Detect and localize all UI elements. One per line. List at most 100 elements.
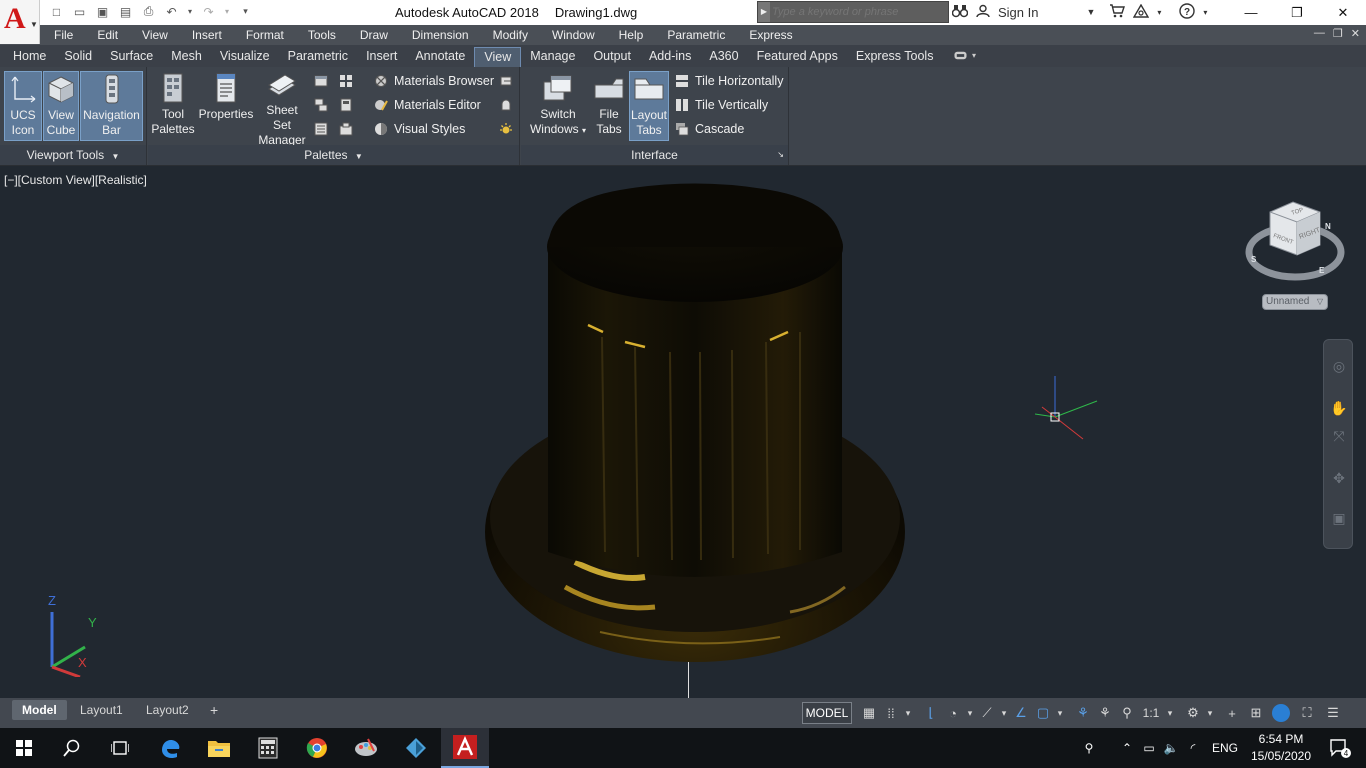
user-icon[interactable]: [976, 4, 990, 21]
minimize-icon[interactable]: —: [1228, 0, 1274, 25]
steering-wheel-icon[interactable]: ◎: [1329, 356, 1349, 376]
grid-icon[interactable]: ▦: [858, 702, 880, 724]
tab-visualize[interactable]: Visualize: [211, 47, 279, 67]
autocad-taskbar-icon[interactable]: [441, 728, 489, 768]
workspace-dropdown-icon[interactable]: ▾: [1204, 702, 1216, 724]
menu-insert[interactable]: Insert: [192, 27, 222, 43]
palettes-panel-title[interactable]: Palettes ▼: [148, 145, 519, 165]
zoom-extents-icon[interactable]: ⤧: [1329, 426, 1349, 446]
clean-screen-icon[interactable]: ⛶: [1294, 702, 1320, 724]
tab-layout2[interactable]: Layout2: [136, 700, 199, 720]
object-snap-icon[interactable]: ▢: [1032, 702, 1054, 724]
open-icon[interactable]: ▭: [71, 3, 88, 20]
annotation-scale-icon[interactable]: ⚲: [1116, 702, 1138, 724]
menu-modify[interactable]: Modify: [493, 27, 528, 43]
volume-icon[interactable]: 🔈: [1160, 741, 1182, 755]
tab-a360[interactable]: A360: [700, 47, 747, 67]
design-center-icon[interactable]: [338, 73, 354, 89]
materials-browser-button[interactable]: Materials Browser: [374, 71, 494, 91]
menu-file[interactable]: File: [54, 27, 73, 43]
annotation-scale-value[interactable]: 1:1: [1138, 702, 1164, 724]
viewport-tools-panel-title[interactable]: Viewport Tools ▼: [0, 145, 146, 165]
binoculars-icon[interactable]: [951, 4, 969, 21]
navigation-bar-button[interactable]: Navigation Bar: [80, 71, 143, 141]
windows-start-icon[interactable]: [0, 728, 48, 768]
print-icon[interactable]: ⎙: [140, 3, 157, 20]
sheet-set-manager-button[interactable]: Sheet Set Manager: [256, 71, 308, 147]
tab-featured-apps[interactable]: Featured Apps: [748, 47, 847, 67]
menu-draw[interactable]: Draw: [360, 27, 388, 43]
tab-home[interactable]: Home: [4, 47, 55, 67]
layout-tabs-button[interactable]: Layout Tabs: [629, 71, 669, 141]
autodesk-app-icon[interactable]: [392, 728, 440, 768]
tab-solid[interactable]: Solid: [55, 47, 101, 67]
annotation-scale-dropdown-icon[interactable]: ▾: [1164, 702, 1176, 724]
model-space-button[interactable]: MODEL: [802, 702, 852, 724]
menu-edit[interactable]: Edit: [97, 27, 118, 43]
workspace-gear-icon[interactable]: ⚙: [1182, 702, 1204, 724]
input-language[interactable]: ENG: [1212, 741, 1238, 755]
ortho-polar-icon[interactable]: ◔: [942, 702, 964, 724]
tab-view[interactable]: View: [474, 47, 522, 67]
doc-close-icon[interactable]: ✕: [1351, 27, 1360, 40]
save-icon[interactable]: ▣: [94, 3, 111, 20]
customization-menu-icon[interactable]: ☰: [1320, 702, 1346, 724]
tile-horizontally-button[interactable]: Tile Horizontally: [675, 71, 783, 91]
viewport-controls-label[interactable]: [−][Custom View][Realistic]: [4, 173, 147, 187]
application-menu-button[interactable]: A ▼: [0, 0, 40, 44]
view-cube-button[interactable]: View Cube: [43, 71, 79, 141]
tab-output[interactable]: Output: [584, 47, 640, 67]
sun-properties-icon[interactable]: [498, 73, 514, 89]
new-icon[interactable]: □: [48, 3, 65, 20]
compass-east-label[interactable]: E: [1319, 266, 1325, 275]
compass-south-label[interactable]: S: [1251, 255, 1257, 264]
tab-add-ins[interactable]: Add-ins: [640, 47, 700, 67]
knob-3d-model[interactable]: [470, 182, 920, 698]
help-icon[interactable]: ?: [1179, 2, 1196, 22]
search-taskbar-icon[interactable]: [48, 728, 96, 768]
doc-minimize-icon[interactable]: —: [1314, 27, 1325, 40]
drawing-viewport[interactable]: [−][Custom View][Realistic] Z Y X TOP FR…: [0, 167, 1366, 698]
menu-tools[interactable]: Tools: [308, 27, 336, 43]
dbconnect-icon[interactable]: [313, 97, 329, 113]
ucs-menu-button[interactable]: Unnamed ▽: [1262, 294, 1328, 310]
units-icon[interactable]: ⊞: [1244, 702, 1268, 724]
close-icon[interactable]: ✕: [1320, 0, 1366, 25]
sun-icon[interactable]: [498, 121, 514, 137]
lights-list-icon[interactable]: [498, 97, 514, 113]
polar-dropdown-icon[interactable]: ▾: [964, 702, 976, 724]
wifi-icon[interactable]: ◜: [1182, 741, 1204, 755]
tab-manage[interactable]: Manage: [521, 47, 584, 67]
cascade-button[interactable]: Cascade: [675, 119, 744, 139]
save-as-icon[interactable]: ▤: [117, 3, 134, 20]
properties-button[interactable]: Properties: [198, 71, 254, 141]
action-center-icon[interactable]: 4: [1318, 728, 1362, 768]
pan-hand-icon[interactable]: ✋: [1329, 398, 1349, 418]
ucs-icon-button[interactable]: UCS Icon: [4, 71, 42, 141]
external-references-icon[interactable]: [338, 121, 354, 137]
markup-set-icon[interactable]: [313, 73, 329, 89]
help-dropdown-icon[interactable]: ▾: [1203, 8, 1207, 17]
search-expand-icon[interactable]: ▶: [758, 2, 770, 22]
taskbar-clock[interactable]: 6:54 PM 15/05/2020: [1248, 731, 1314, 765]
orbit-icon[interactable]: ✥: [1329, 468, 1349, 488]
autodesk-exchange-icon[interactable]: [1133, 3, 1150, 21]
doc-restore-icon[interactable]: ❐: [1333, 27, 1343, 40]
paint-app-icon[interactable]: [342, 728, 390, 768]
file-tabs-button[interactable]: File Tabs: [591, 71, 627, 141]
cart-icon[interactable]: [1109, 3, 1126, 21]
restore-icon[interactable]: ❐: [1274, 0, 1320, 25]
calculator-icon[interactable]: [244, 728, 292, 768]
tile-vertically-button[interactable]: Tile Vertically: [675, 95, 768, 115]
undo-dropdown-icon[interactable]: ▾: [186, 3, 194, 20]
menu-help[interactable]: Help: [619, 27, 644, 43]
infer-constraints-icon[interactable]: ⌊: [920, 702, 942, 724]
redo-icon[interactable]: ↷: [200, 3, 217, 20]
search-input[interactable]: [772, 4, 946, 20]
redo-dropdown-icon[interactable]: ▾: [223, 3, 231, 20]
customize-qat-icon[interactable]: ▾: [237, 3, 254, 20]
menu-parametric[interactable]: Parametric: [667, 27, 725, 43]
people-icon[interactable]: ⚲: [1078, 741, 1100, 755]
switch-windows-dropdown-icon[interactable]: ▾: [582, 126, 586, 135]
menu-express[interactable]: Express: [749, 27, 792, 43]
